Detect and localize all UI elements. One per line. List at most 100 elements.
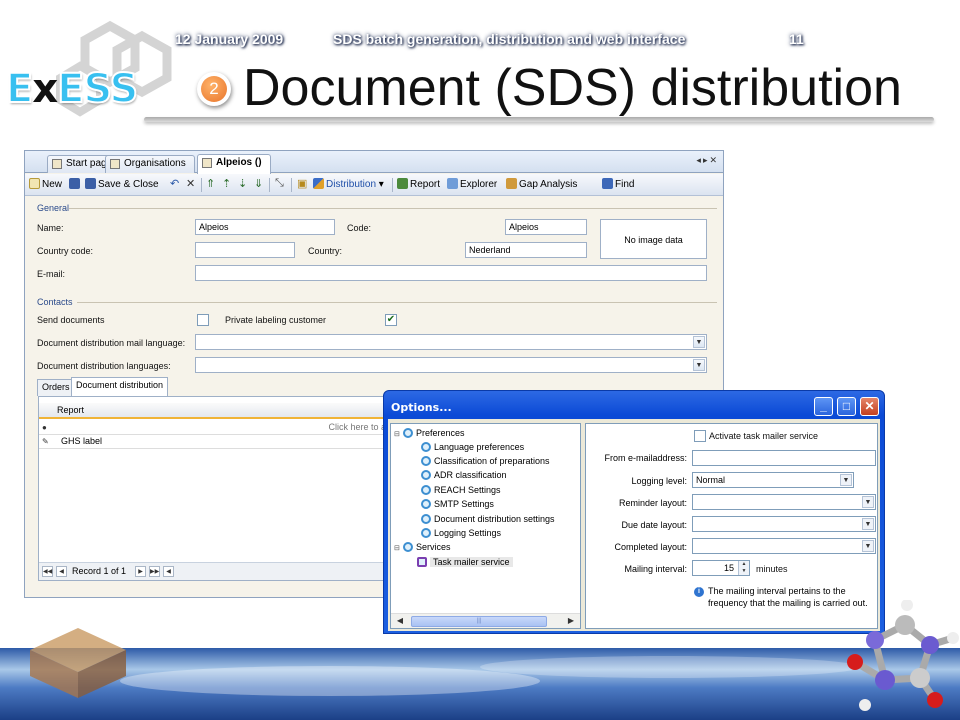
email-field[interactable] bbox=[195, 265, 707, 281]
footer-subtitle: SDS batch generation, distribution and w… bbox=[333, 31, 686, 47]
undo-icon[interactable]: ↶ bbox=[170, 177, 179, 190]
chevron-down-icon[interactable]: ▼ bbox=[840, 474, 852, 486]
logging-level-select[interactable]: Normal ▼ bbox=[692, 472, 854, 488]
private-labeling-checkbox[interactable]: ✔ bbox=[385, 314, 397, 326]
save-close-icon bbox=[85, 178, 96, 189]
new-button[interactable]: New bbox=[29, 178, 62, 193]
grid-icon bbox=[202, 158, 212, 168]
country-field[interactable]: Nederland bbox=[465, 242, 587, 258]
link-icon[interactable]: ⤡ bbox=[275, 177, 284, 190]
toolbar-separator bbox=[291, 178, 292, 192]
delete-icon[interactable]: ✕ bbox=[186, 177, 195, 190]
first-record-button[interactable]: ◀◀ bbox=[42, 566, 53, 577]
tree-horizontal-scrollbar[interactable]: ◀ ||| ▶ bbox=[391, 613, 580, 628]
languages-label: Document distribution languages: bbox=[37, 361, 171, 371]
completed-layout-select[interactable]: ▼ bbox=[692, 538, 876, 554]
maximize-button[interactable]: □ bbox=[837, 397, 856, 416]
next-record-button[interactable]: ▶ bbox=[135, 566, 146, 577]
tree-item-classification[interactable]: Classification of preparations bbox=[421, 456, 550, 466]
prev-record-button[interactable]: ◀ bbox=[56, 566, 67, 577]
save-button[interactable] bbox=[69, 178, 82, 193]
send-documents-checkbox[interactable] bbox=[197, 314, 209, 326]
exess-logo: ExESS bbox=[5, 65, 139, 113]
chevron-down-icon[interactable]: ▼ bbox=[862, 518, 874, 530]
tree-item-preferences[interactable]: Preferences bbox=[403, 428, 465, 438]
new-record-button[interactable]: ◀ bbox=[163, 566, 174, 577]
toolbar: New Save & Close ↶ ✕ ⇑ ⇡ ⇣ ⇓ ⤡ ▣ Distrib… bbox=[25, 174, 723, 196]
find-button[interactable]: Find bbox=[602, 178, 634, 193]
image-placeholder: No image data bbox=[600, 219, 707, 259]
gear-icon bbox=[421, 456, 431, 466]
name-field[interactable]: Alpeios bbox=[195, 219, 335, 235]
water-splash-decoration bbox=[480, 656, 860, 678]
chevron-down-icon[interactable]: ▼ bbox=[693, 359, 705, 371]
gear-icon bbox=[403, 542, 413, 552]
activate-service-checkbox[interactable] bbox=[694, 430, 706, 442]
tab-organisations[interactable]: Organisations bbox=[105, 155, 195, 173]
explorer-icon bbox=[447, 178, 458, 189]
scroll-thumb[interactable]: ||| bbox=[411, 616, 547, 627]
column-header-report[interactable]: Report bbox=[39, 403, 397, 419]
due-date-layout-label: Due date layout: bbox=[621, 520, 687, 530]
tree-item-services[interactable]: Services bbox=[403, 542, 451, 552]
gap-analysis-icon bbox=[506, 178, 517, 189]
toolbar-separator bbox=[201, 178, 202, 192]
water-splash-decoration bbox=[120, 666, 540, 696]
tab-orders[interactable]: Orders bbox=[37, 379, 75, 396]
footer-page-number: 11 bbox=[789, 31, 804, 47]
mailing-interval-spinner[interactable]: 15 ▲ ▼ bbox=[692, 560, 750, 576]
gear-icon bbox=[421, 499, 431, 509]
chevron-down-icon[interactable]: ▼ bbox=[693, 336, 705, 348]
due-date-layout-select[interactable]: ▼ bbox=[692, 516, 876, 532]
tree-item-task-mailer[interactable]: Task mailer service bbox=[417, 557, 513, 567]
gap-analysis-button[interactable]: Gap Analysis bbox=[506, 178, 577, 193]
chevron-down-icon[interactable]: ▼ bbox=[862, 540, 874, 552]
languages-combo[interactable]: ▼ bbox=[195, 357, 707, 373]
reminder-layout-label: Reminder layout: bbox=[618, 498, 687, 508]
report-button[interactable]: Report bbox=[397, 178, 440, 193]
tree-item-adr[interactable]: ADR classification bbox=[421, 470, 507, 480]
lock-icon[interactable]: ▣ bbox=[297, 177, 307, 190]
spinner-arrows-icon[interactable]: ▲ ▼ bbox=[738, 561, 749, 575]
distribution-dropdown[interactable]: Distribution ▾ bbox=[313, 178, 384, 193]
tree-item-document-distribution[interactable]: Document distribution settings bbox=[421, 514, 555, 524]
tree-item-language-preferences[interactable]: Language preferences bbox=[421, 442, 524, 452]
move-last-icon[interactable]: ⇓ bbox=[254, 177, 263, 190]
move-down-icon[interactable]: ⇣ bbox=[238, 177, 247, 190]
save-close-button[interactable]: Save & Close bbox=[85, 178, 159, 193]
toolbar-separator bbox=[392, 178, 393, 192]
last-record-button[interactable]: ▶▶ bbox=[149, 566, 160, 577]
group-divider bbox=[69, 208, 717, 209]
tree-item-reach[interactable]: REACH Settings bbox=[421, 485, 501, 495]
reminder-layout-select[interactable]: ▼ bbox=[692, 494, 876, 510]
record-navigator: ◀◀ ◀ Record 1 of 1 ▶ ▶▶ ◀ bbox=[39, 562, 397, 580]
group-divider bbox=[77, 302, 717, 303]
code-field[interactable]: Alpeios bbox=[505, 219, 587, 235]
tree-item-smtp[interactable]: SMTP Settings bbox=[421, 499, 494, 509]
collapse-icon[interactable]: ⊟ bbox=[394, 430, 400, 438]
step-number-badge: 2 bbox=[197, 72, 231, 106]
scroll-right-icon[interactable]: ▶ bbox=[564, 615, 578, 628]
page-icon bbox=[52, 159, 62, 169]
scroll-left-icon[interactable]: ◀ bbox=[393, 615, 407, 628]
collapse-icon[interactable]: ⊟ bbox=[394, 544, 400, 552]
country-code-field[interactable] bbox=[195, 242, 295, 258]
tab-scroll-arrows[interactable]: ◂▸✕ bbox=[696, 155, 719, 166]
tree-item-logging[interactable]: Logging Settings bbox=[421, 528, 501, 538]
mail-language-combo[interactable]: ▼ bbox=[195, 334, 707, 350]
tab-alpeios[interactable]: Alpeios () bbox=[197, 154, 271, 174]
move-first-icon[interactable]: ⇑ bbox=[206, 177, 215, 190]
move-up-icon[interactable]: ⇡ bbox=[222, 177, 231, 190]
gear-icon bbox=[421, 442, 431, 452]
tab-document-distribution[interactable]: Document distribution bbox=[71, 377, 169, 396]
minimize-button[interactable]: _ bbox=[814, 397, 833, 416]
save-icon bbox=[69, 178, 80, 189]
chevron-down-icon[interactable]: ▼ bbox=[862, 496, 874, 508]
slide-title: Document (SDS) distribution bbox=[243, 59, 902, 117]
table-row[interactable]: ✎ GHS label bbox=[39, 435, 397, 449]
new-row-hint[interactable]: ● Click here to ad bbox=[39, 421, 397, 435]
general-section-title: General bbox=[37, 203, 70, 213]
from-address-field[interactable] bbox=[692, 450, 876, 466]
close-button[interactable]: ✕ bbox=[860, 397, 879, 416]
explorer-button[interactable]: Explorer bbox=[447, 178, 497, 193]
